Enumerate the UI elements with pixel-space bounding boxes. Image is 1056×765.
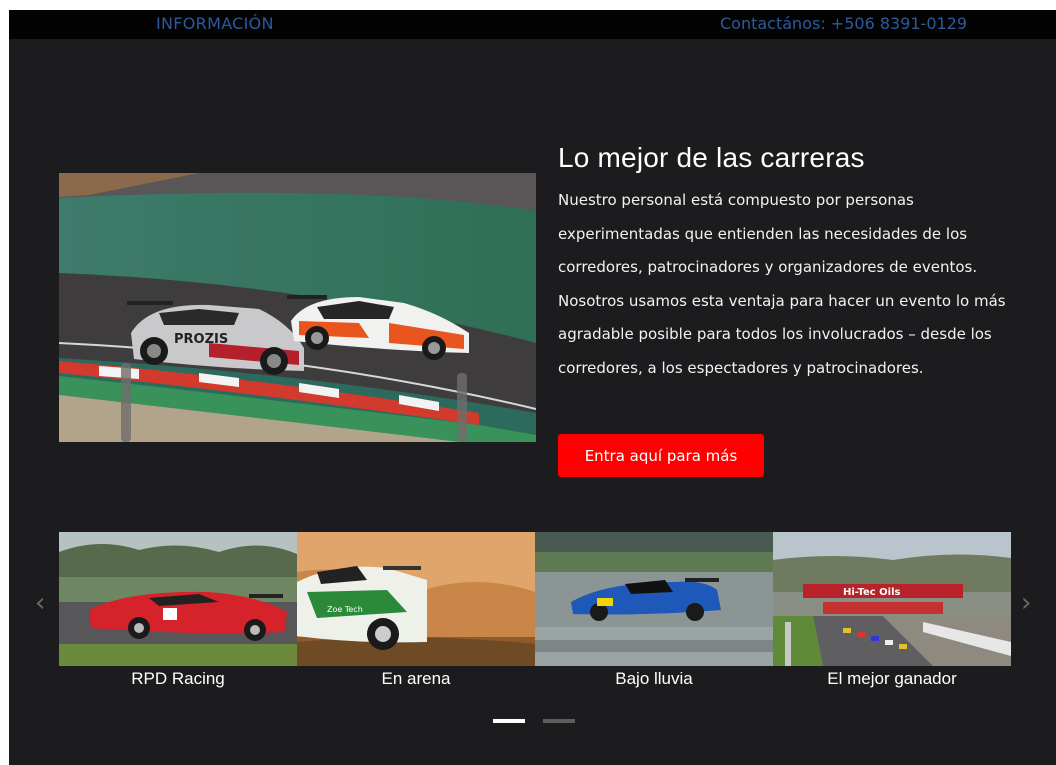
gallery-carousel: RPD Racing Zoe Tech En arena Bajo lluvia…: [59, 532, 1012, 688]
hero-text-block: Lo mejor de las carreras Nuestro persona…: [558, 140, 1018, 385]
chevron-right-icon[interactable]: ›: [1021, 590, 1031, 616]
gallery-caption: Bajo lluvia: [615, 669, 693, 688]
hero-description: Nuestro personal está compuesto por pers…: [558, 191, 1006, 377]
gallery-caption: RPD Racing: [131, 669, 225, 688]
gallery-card-en-arena[interactable]: Zoe Tech En arena: [297, 532, 535, 692]
hero-image: PROZIS: [59, 173, 536, 442]
blue-race-car-photo: [535, 532, 773, 666]
chevron-left-icon[interactable]: ‹: [35, 590, 45, 616]
gallery-caption: En arena: [381, 669, 451, 688]
svg-text:Zoe Tech: Zoe Tech: [327, 605, 363, 614]
svg-text:Hi-Tec Oils: Hi-Tec Oils: [843, 587, 901, 598]
contact-link[interactable]: Contactános: +506 8391-0129: [720, 14, 967, 33]
gallery-caption: El mejor ganador: [827, 669, 957, 688]
gallery-card-bajo-lluvia[interactable]: Bajo lluvia: [535, 532, 773, 692]
page: INFORMACIÓN Contactános: +506 8391-0129: [9, 10, 1056, 765]
more-info-button[interactable]: Entra aquí para más: [558, 434, 764, 477]
rally-car-photo: Zoe Tech: [297, 532, 535, 666]
carousel-page-1-indicator[interactable]: [493, 719, 525, 723]
svg-text:PROZIS: PROZIS: [174, 332, 228, 347]
gallery-card-el-mejor-ganador[interactable]: Hi-Tec Oils El mejor ganador: [773, 532, 1011, 692]
red-race-car-photo: [59, 532, 297, 666]
gallery-card-rpd-racing[interactable]: RPD Racing: [59, 532, 297, 692]
nav-link-informacion[interactable]: INFORMACIÓN: [156, 14, 274, 33]
hero-title: Lo mejor de las carreras: [558, 142, 865, 173]
race-track-crowd-photo: Hi-Tec Oils: [773, 532, 1011, 666]
carousel-page-2-indicator[interactable]: [543, 719, 575, 723]
top-bar: INFORMACIÓN Contactános: +506 8391-0129: [9, 10, 1056, 39]
